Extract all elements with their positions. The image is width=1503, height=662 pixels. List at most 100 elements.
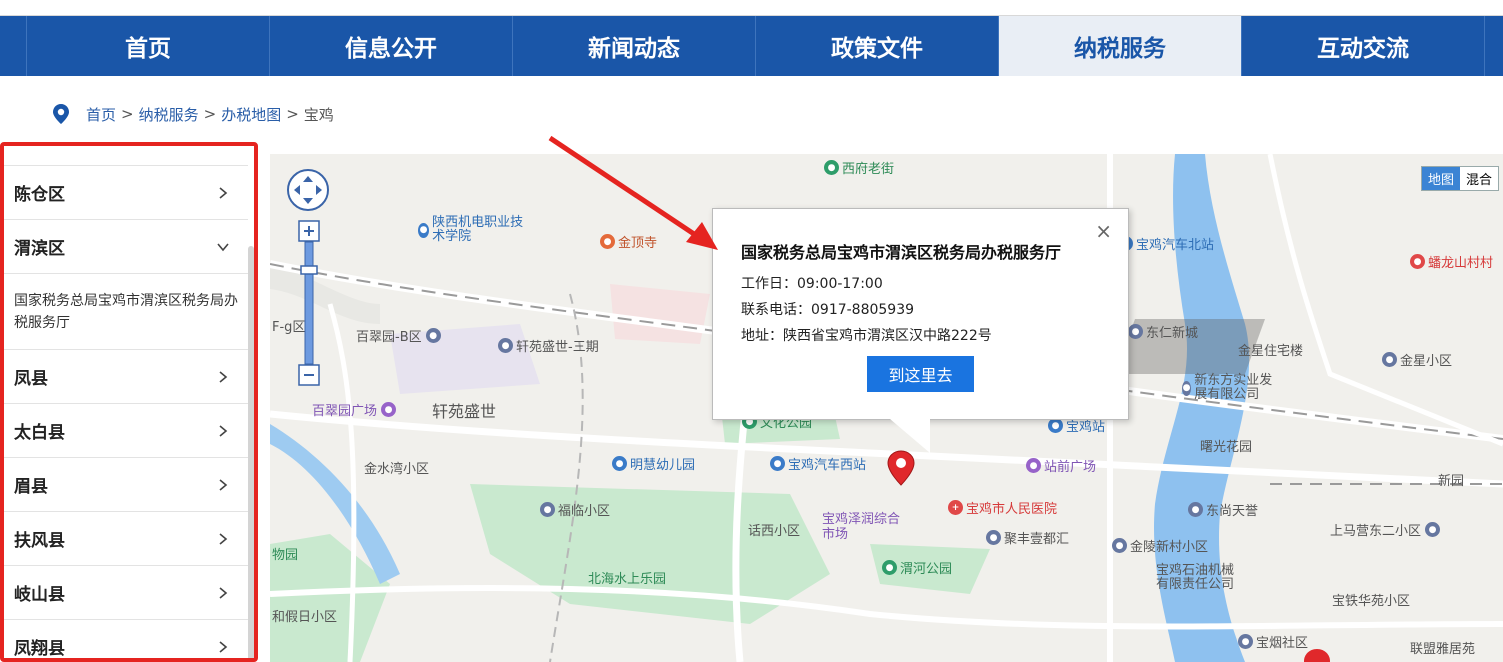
map-poi[interactable]: 宝鸡泽润综合市场 (822, 512, 906, 542)
sidebar-scrollbar[interactable] (248, 246, 254, 658)
zoom-slider[interactable] (298, 220, 320, 386)
map-poi[interactable]: ● 西府老街 (824, 158, 894, 177)
map-poi[interactable]: 金星住宅楼 (1238, 340, 1303, 359)
map-poi[interactable]: ● 宝烟社区 (1238, 632, 1308, 651)
map-poi[interactable]: 宝鸡石油机械有限责任公司 (1156, 564, 1246, 592)
map-poi[interactable]: 新园 (1438, 470, 1464, 489)
map-poi[interactable]: ● 新东方实业发展有限公司 (1182, 374, 1282, 402)
office-marker-icon[interactable] (1302, 648, 1332, 662)
office-address: 地址：陕西省宝鸡市渭滨区汉中路222号 (741, 328, 992, 344)
map-poi[interactable]: ● 明慧幼儿园 (612, 454, 695, 473)
district-item-fengxian[interactable]: 凤县 (4, 350, 248, 404)
map-poi[interactable]: ● 金星小区 (1382, 350, 1452, 369)
map-poi[interactable]: 物园 (272, 544, 298, 563)
pan-control-icon[interactable] (286, 168, 330, 212)
annotation-arrow (548, 135, 718, 250)
map-poi[interactable]: 宝铁华苑小区 (1332, 590, 1410, 609)
map-poi[interactable]: ● 宝鸡汽车西站 (770, 454, 866, 473)
chevron-right-icon (219, 478, 228, 491)
office-item-weibin[interactable]: 国家税务总局宝鸡市渭滨区税务局办税服务厅 (4, 274, 248, 350)
tax-office-map[interactable]: ●西府老街 ●陕西机电职业技术学院 ●金顶寺 ●宝鸡汽车北站 ●蟠龙山村村 ●东… (270, 154, 1503, 662)
nav-item-tax-service[interactable]: 纳税服务 (999, 16, 1242, 76)
map-type-normal[interactable]: 地图 (1421, 167, 1460, 190)
poi-label: 陕西机电职业技术学院 (432, 215, 524, 244)
poi-icon: ● (770, 456, 785, 471)
map-poi[interactable]: ● 蟠龙山村村 (1410, 252, 1493, 271)
poi-label: 金陵新村小区 (1130, 540, 1209, 555)
district-item-fufeng[interactable]: 扶风县 (4, 512, 248, 566)
nav-item-info[interactable]: 信息公开 (270, 16, 513, 76)
map-poi[interactable]: 曙光花园 (1200, 436, 1252, 455)
location-pin-icon (53, 104, 69, 124)
office-info-window: × 国家税务总局宝鸡市渭滨区税务局办税服务厅 工作日：09:00-17:00 联… (712, 208, 1129, 420)
district-label: 扶风县 (14, 531, 65, 551)
poi-icon: ● (540, 502, 555, 517)
district-item-weibin[interactable]: 渭滨区 (4, 220, 248, 274)
map-poi[interactable]: ● 陕西机电职业技术学院 (418, 216, 528, 244)
poi-icon: ● (1048, 418, 1063, 433)
map-poi[interactable]: ● 东仁新城 (1128, 322, 1198, 341)
poi-label: 蟠龙山村村 (1428, 256, 1494, 271)
breadcrumb-tax-service[interactable]: 纳税服务 (139, 104, 199, 125)
poi-icon: ● (1382, 352, 1397, 367)
poi-label: 宝鸡石油机械有限责任公司 (1156, 563, 1235, 592)
map-poi[interactable]: ● 东尚天誉 (1188, 500, 1258, 519)
map-poi[interactable]: 金水湾小区 (364, 458, 429, 477)
poi-icon: ● (612, 456, 627, 471)
map-poi[interactable]: ● 聚丰壹都汇 (986, 528, 1069, 547)
map-poi[interactable]: 轩苑盛世 (432, 398, 496, 422)
poi-label: 百翠园广场 (312, 404, 378, 419)
map-type-hybrid[interactable]: 混合 (1460, 167, 1498, 190)
poi-label: 明慧幼儿园 (630, 458, 696, 473)
breadcrumb-home[interactable]: 首页 (86, 104, 116, 125)
poi-label: 金水湾小区 (364, 462, 430, 477)
map-poi[interactable]: 和假日小区 (272, 606, 337, 625)
poi-icon: ● (824, 160, 839, 175)
map-poi[interactable]: 上马营东二小区 ● (1330, 520, 1443, 539)
map-poi[interactable]: ●宝鸡汽车北站 (1118, 234, 1214, 253)
nav-item-policy[interactable]: 政策文件 (756, 16, 999, 76)
district-item-meixian[interactable]: 眉县 (4, 458, 248, 512)
poi-label: 联盟雅居苑 (1410, 642, 1476, 657)
district-sidebar: 陈仓区 渭滨区 国家税务总局宝鸡市渭滨区税务局办税服务厅 凤县 太白县 眉县 扶… (0, 142, 258, 662)
nav-lead-spacer (0, 16, 27, 76)
nav-item-interaction[interactable]: 互动交流 (1242, 16, 1485, 76)
map-poi[interactable]: ● 福临小区 (540, 500, 610, 519)
close-icon[interactable]: × (1095, 219, 1112, 243)
map-poi[interactable]: 百翠园-B区 ● (356, 326, 444, 345)
map-poi[interactable]: ● 渭河公园 (882, 558, 952, 577)
map-poi[interactable]: 北海水上乐园 (588, 568, 666, 587)
chevron-right-icon (219, 640, 228, 653)
breadcrumb-tax-map[interactable]: 办税地图 (221, 104, 281, 125)
district-item-fengxiang[interactable]: 凤翔县 (4, 620, 248, 658)
poi-label: 金星小区 (1400, 354, 1453, 369)
poi-label: 轩苑盛世-三期 (516, 340, 599, 355)
poi-label: 物园 (272, 548, 299, 563)
poi-label: 渭河公园 (900, 562, 953, 577)
district-list: 陈仓区 渭滨区 国家税务总局宝鸡市渭滨区税务局办税服务厅 凤县 太白县 眉县 扶… (4, 146, 248, 658)
map-poi[interactable]: 话西小区 (748, 520, 800, 539)
poi-label: 宝鸡泽润综合市场 (822, 512, 901, 542)
nav-item-news[interactable]: 新闻动态 (513, 16, 756, 76)
map-poi[interactable]: 百翠园广场 ● (312, 400, 399, 419)
poi-icon: ● (1188, 502, 1203, 517)
map-poi[interactable]: ● 站前广场 (1026, 456, 1096, 475)
district-item-taibai[interactable]: 太白县 (4, 404, 248, 458)
poi-label: 北海水上乐园 (588, 572, 667, 587)
poi-label: 宝鸡市人民医院 (966, 502, 1058, 517)
poi-label: 新园 (1438, 474, 1465, 489)
poi-icon: ● (381, 402, 397, 417)
nav-item-home[interactable]: 首页 (27, 16, 270, 76)
district-item-chencang[interactable]: 陈仓区 (4, 166, 248, 220)
map-poi[interactable]: ● 轩苑盛世-三期 (498, 336, 599, 355)
poi-label: 轩苑盛世 (432, 402, 497, 421)
map-poi[interactable]: + 宝鸡市人民医院 (948, 498, 1057, 517)
district-item-qishan[interactable]: 岐山县 (4, 566, 248, 620)
navigate-here-button[interactable]: 到这里去 (867, 356, 974, 392)
map-poi[interactable]: 联盟雅居苑 (1410, 638, 1475, 657)
map-poi[interactable]: ● 金陵新村小区 (1112, 536, 1208, 555)
district-label: 眉县 (14, 477, 48, 497)
office-marker-icon[interactable] (886, 450, 916, 486)
chevron-right-icon (219, 370, 228, 383)
poi-label: 话西小区 (748, 524, 801, 539)
